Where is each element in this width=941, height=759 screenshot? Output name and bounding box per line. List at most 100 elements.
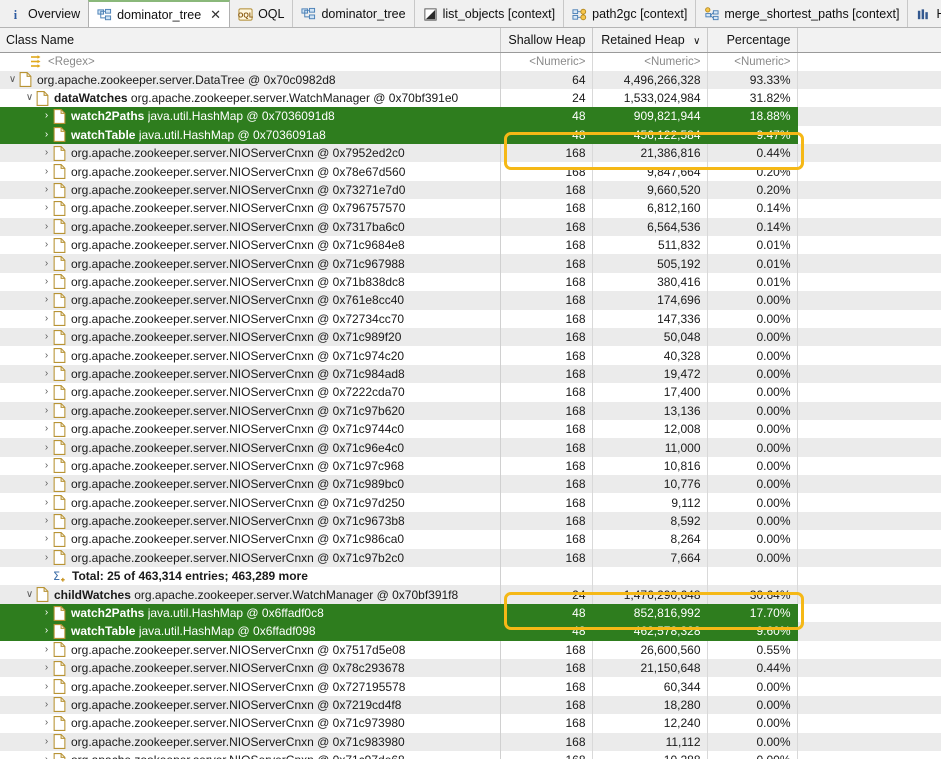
table-row[interactable]: › org.apache.zookeeper.server.NIOServerCn…	[0, 456, 941, 476]
table-row[interactable]: › org.apache.zookeeper.server.NIOServerCn…	[0, 659, 941, 678]
chevron-right-icon[interactable]: ›	[40, 699, 53, 710]
chevron-right-icon[interactable]: ›	[40, 681, 53, 692]
chevron-right-icon[interactable]: ›	[40, 424, 53, 434]
cell-class-name[interactable]: › org.apache.zookeeper.server.NIOServerCn…	[0, 309, 501, 328]
chevron-right-icon[interactable]: ›	[40, 534, 53, 544]
cell-class-name[interactable]: › watchTable java.util.HashMap @ 0x6ffadf…	[0, 622, 501, 641]
table-row[interactable]: › org.apache.zookeeper.server.NIOServerCn…	[0, 383, 941, 402]
chevron-right-icon[interactable]: ›	[40, 368, 53, 379]
cell-class-name[interactable]: › org.apache.zookeeper.server.NIOServerCn…	[0, 217, 501, 237]
cell-class-name[interactable]: › org.apache.zookeeper.server.NIOServerCn…	[0, 475, 501, 494]
table-row[interactable]: › watchTable java.util.HashMap @ 0x703609…	[0, 125, 941, 145]
table-row[interactable]: › org.apache.zookeeper.server.NIOServerCn…	[0, 272, 941, 292]
column-header-percentage[interactable]: Percentage	[707, 28, 798, 53]
chevron-right-icon[interactable]: ›	[40, 516, 53, 526]
cell-class-name[interactable]: › org.apache.zookeeper.server.NIOServerCn…	[0, 677, 501, 696]
cell-class-name[interactable]: Σ Total: 25 of 463,314 entries; 463,289 m…	[0, 567, 501, 586]
cell-class-name[interactable]: › org.apache.zookeeper.server.NIOServerCn…	[0, 750, 501, 759]
cell-class-name[interactable]: › org.apache.zookeeper.server.NIOServerCn…	[0, 659, 501, 678]
chevron-right-icon[interactable]: ›	[40, 313, 53, 324]
table-row[interactable]: › org.apache.zookeeper.server.NIOServerCn…	[0, 732, 941, 751]
table-row[interactable]: ∨ childWatches org.apache.zookeeper.serve…	[0, 585, 941, 604]
table-row[interactable]: › org.apache.zookeeper.server.NIOServerCn…	[0, 677, 941, 696]
chevron-right-icon[interactable]: ›	[40, 479, 53, 489]
chevron-right-icon[interactable]: ›	[40, 755, 53, 759]
tab-merge-shortest-paths-context[interactable]: merge_shortest_paths [context]	[696, 0, 909, 27]
cell-class-name[interactable]: › org.apache.zookeeper.server.NIOServerCn…	[0, 364, 501, 384]
chevron-right-icon[interactable]: ›	[40, 608, 53, 618]
chevron-right-icon[interactable]: ›	[40, 240, 53, 250]
table-row[interactable]: › org.apache.zookeeper.server.NIOServerCn…	[0, 493, 941, 512]
filter-row[interactable]: <Regex> <Numeric> <Numeric> <Numeric>	[0, 52, 941, 71]
chevron-right-icon[interactable]: ›	[40, 626, 53, 636]
chevron-right-icon[interactable]: ›	[40, 258, 53, 269]
filter-cell-shallow[interactable]: <Numeric>	[500, 52, 593, 71]
filter-cell-percentage[interactable]: <Numeric>	[707, 52, 798, 71]
tab-dominator-tree[interactable]: dominator_tree ✕	[88, 0, 231, 27]
chevron-down-icon[interactable]: ∨	[6, 74, 19, 85]
chevron-right-icon[interactable]: ›	[40, 295, 53, 305]
cell-class-name[interactable]: › watch2Paths java.util.HashMap @ 0x6ffad…	[0, 603, 501, 623]
table-row[interactable]: › watch2Paths java.util.HashMap @ 0x6ffad…	[0, 603, 941, 623]
chevron-right-icon[interactable]: ›	[40, 166, 53, 177]
table-row[interactable]: › org.apache.zookeeper.server.NIOServerCn…	[0, 695, 941, 715]
cell-class-name[interactable]: › org.apache.zookeeper.server.NIOServerCn…	[0, 511, 501, 531]
dominator-tree-table-container[interactable]: Class Name Shallow Heap Retained Heap ∨ …	[0, 28, 941, 759]
table-row[interactable]: › org.apache.zookeeper.server.NIOServerCn…	[0, 236, 941, 255]
chevron-right-icon[interactable]: ›	[40, 663, 53, 673]
table-row[interactable]: › org.apache.zookeeper.server.NIOServerCn…	[0, 640, 941, 659]
chevron-right-icon[interactable]: ›	[40, 148, 53, 158]
cell-class-name[interactable]: › org.apache.zookeeper.server.NIOServerCn…	[0, 438, 501, 457]
table-row[interactable]: › org.apache.zookeeper.server.NIOServerCn…	[0, 309, 941, 328]
table-row[interactable]: › org.apache.zookeeper.server.NIOServerCn…	[0, 419, 941, 439]
tab-close-icon[interactable]: ✕	[210, 9, 221, 22]
cell-class-name[interactable]: › org.apache.zookeeper.server.NIOServerCn…	[0, 714, 501, 733]
tab-bar[interactable]: i Overview dominator_tree ✕ OQL OQL dominator_…	[0, 0, 941, 28]
chevron-right-icon[interactable]: ›	[40, 350, 53, 361]
chevron-right-icon[interactable]: ›	[40, 276, 53, 287]
chevron-down-icon[interactable]: ∨	[23, 93, 36, 103]
cell-class-name[interactable]: › org.apache.zookeeper.server.NIOServerCn…	[0, 162, 501, 181]
tab-overview[interactable]: i Overview	[0, 0, 90, 27]
cell-class-name[interactable]: › watchTable java.util.HashMap @ 0x703609…	[0, 125, 501, 145]
cell-class-name[interactable]: › org.apache.zookeeper.server.NIOServerCn…	[0, 493, 501, 512]
table-row[interactable]: › org.apache.zookeeper.server.NIOServerCn…	[0, 217, 941, 237]
cell-class-name[interactable]: › org.apache.zookeeper.server.NIOServerCn…	[0, 383, 501, 402]
cell-class-name[interactable]: › org.apache.zookeeper.server.NIOServerCn…	[0, 530, 501, 549]
table-row[interactable]: › org.apache.zookeeper.server.NIOServerCn…	[0, 475, 941, 494]
cell-class-name[interactable]: › org.apache.zookeeper.server.NIOServerCn…	[0, 327, 501, 347]
cell-class-name[interactable]: › org.apache.zookeeper.server.NIOServerCn…	[0, 695, 501, 715]
cell-class-name[interactable]: › org.apache.zookeeper.server.NIOServerCn…	[0, 144, 501, 163]
table-row[interactable]: › org.apache.zookeeper.server.NIOServerCn…	[0, 364, 941, 384]
chevron-right-icon[interactable]: ›	[40, 332, 53, 342]
tab-path2gc-context[interactable]: path2gc [context]	[564, 0, 697, 27]
cell-class-name[interactable]: › org.apache.zookeeper.server.NIOServerCn…	[0, 640, 501, 659]
table-row[interactable]: › org.apache.zookeeper.server.NIOServerCn…	[0, 254, 941, 273]
chevron-right-icon[interactable]: ›	[40, 221, 53, 232]
cell-class-name[interactable]: › org.apache.zookeeper.server.NIOServerCn…	[0, 732, 501, 751]
table-row[interactable]: › org.apache.zookeeper.server.NIOServerCn…	[0, 291, 941, 310]
table-row[interactable]: ∨ dataWatches org.apache.zookeeper.server…	[0, 88, 941, 108]
chevron-right-icon[interactable]: ›	[40, 111, 53, 121]
cell-class-name[interactable]: › org.apache.zookeeper.server.NIOServerCn…	[0, 401, 501, 420]
table-row[interactable]: › org.apache.zookeeper.server.NIOServerCn…	[0, 438, 941, 457]
cell-class-name[interactable]: › org.apache.zookeeper.server.NIOServerCn…	[0, 272, 501, 292]
table-row[interactable]: ∨ org.apache.zookeeper.server.DataTree @ …	[0, 70, 941, 89]
cell-class-name[interactable]: › org.apache.zookeeper.server.NIOServerCn…	[0, 419, 501, 439]
table-row[interactable]: › org.apache.zookeeper.server.NIOServerCn…	[0, 346, 941, 365]
cell-class-name[interactable]: › watch2Paths java.util.HashMap @ 0x70360…	[0, 107, 501, 126]
cell-class-name[interactable]: › org.apache.zookeeper.server.NIOServerCn…	[0, 456, 501, 476]
table-row[interactable]: Σ Total: 25 of 463,314 entries; 463,289 m…	[0, 567, 941, 586]
chevron-right-icon[interactable]: ›	[40, 460, 53, 471]
chevron-right-icon[interactable]: ›	[40, 203, 53, 213]
chevron-right-icon[interactable]: ›	[40, 552, 53, 563]
table-row[interactable]: › watchTable java.util.HashMap @ 0x6ffadf…	[0, 622, 941, 641]
table-row[interactable]: › org.apache.zookeeper.server.NIOServerCn…	[0, 327, 941, 347]
cell-class-name[interactable]: › org.apache.zookeeper.server.NIOServerCn…	[0, 254, 501, 273]
cell-class-name[interactable]: › org.apache.zookeeper.server.NIOServerCn…	[0, 548, 501, 568]
chevron-right-icon[interactable]: ›	[40, 718, 53, 728]
cell-class-name[interactable]: › org.apache.zookeeper.server.NIOServerCn…	[0, 236, 501, 255]
cell-class-name[interactable]: › org.apache.zookeeper.server.NIOServerCn…	[0, 346, 501, 365]
chevron-right-icon[interactable]: ›	[40, 497, 53, 508]
chevron-right-icon[interactable]: ›	[40, 736, 53, 747]
